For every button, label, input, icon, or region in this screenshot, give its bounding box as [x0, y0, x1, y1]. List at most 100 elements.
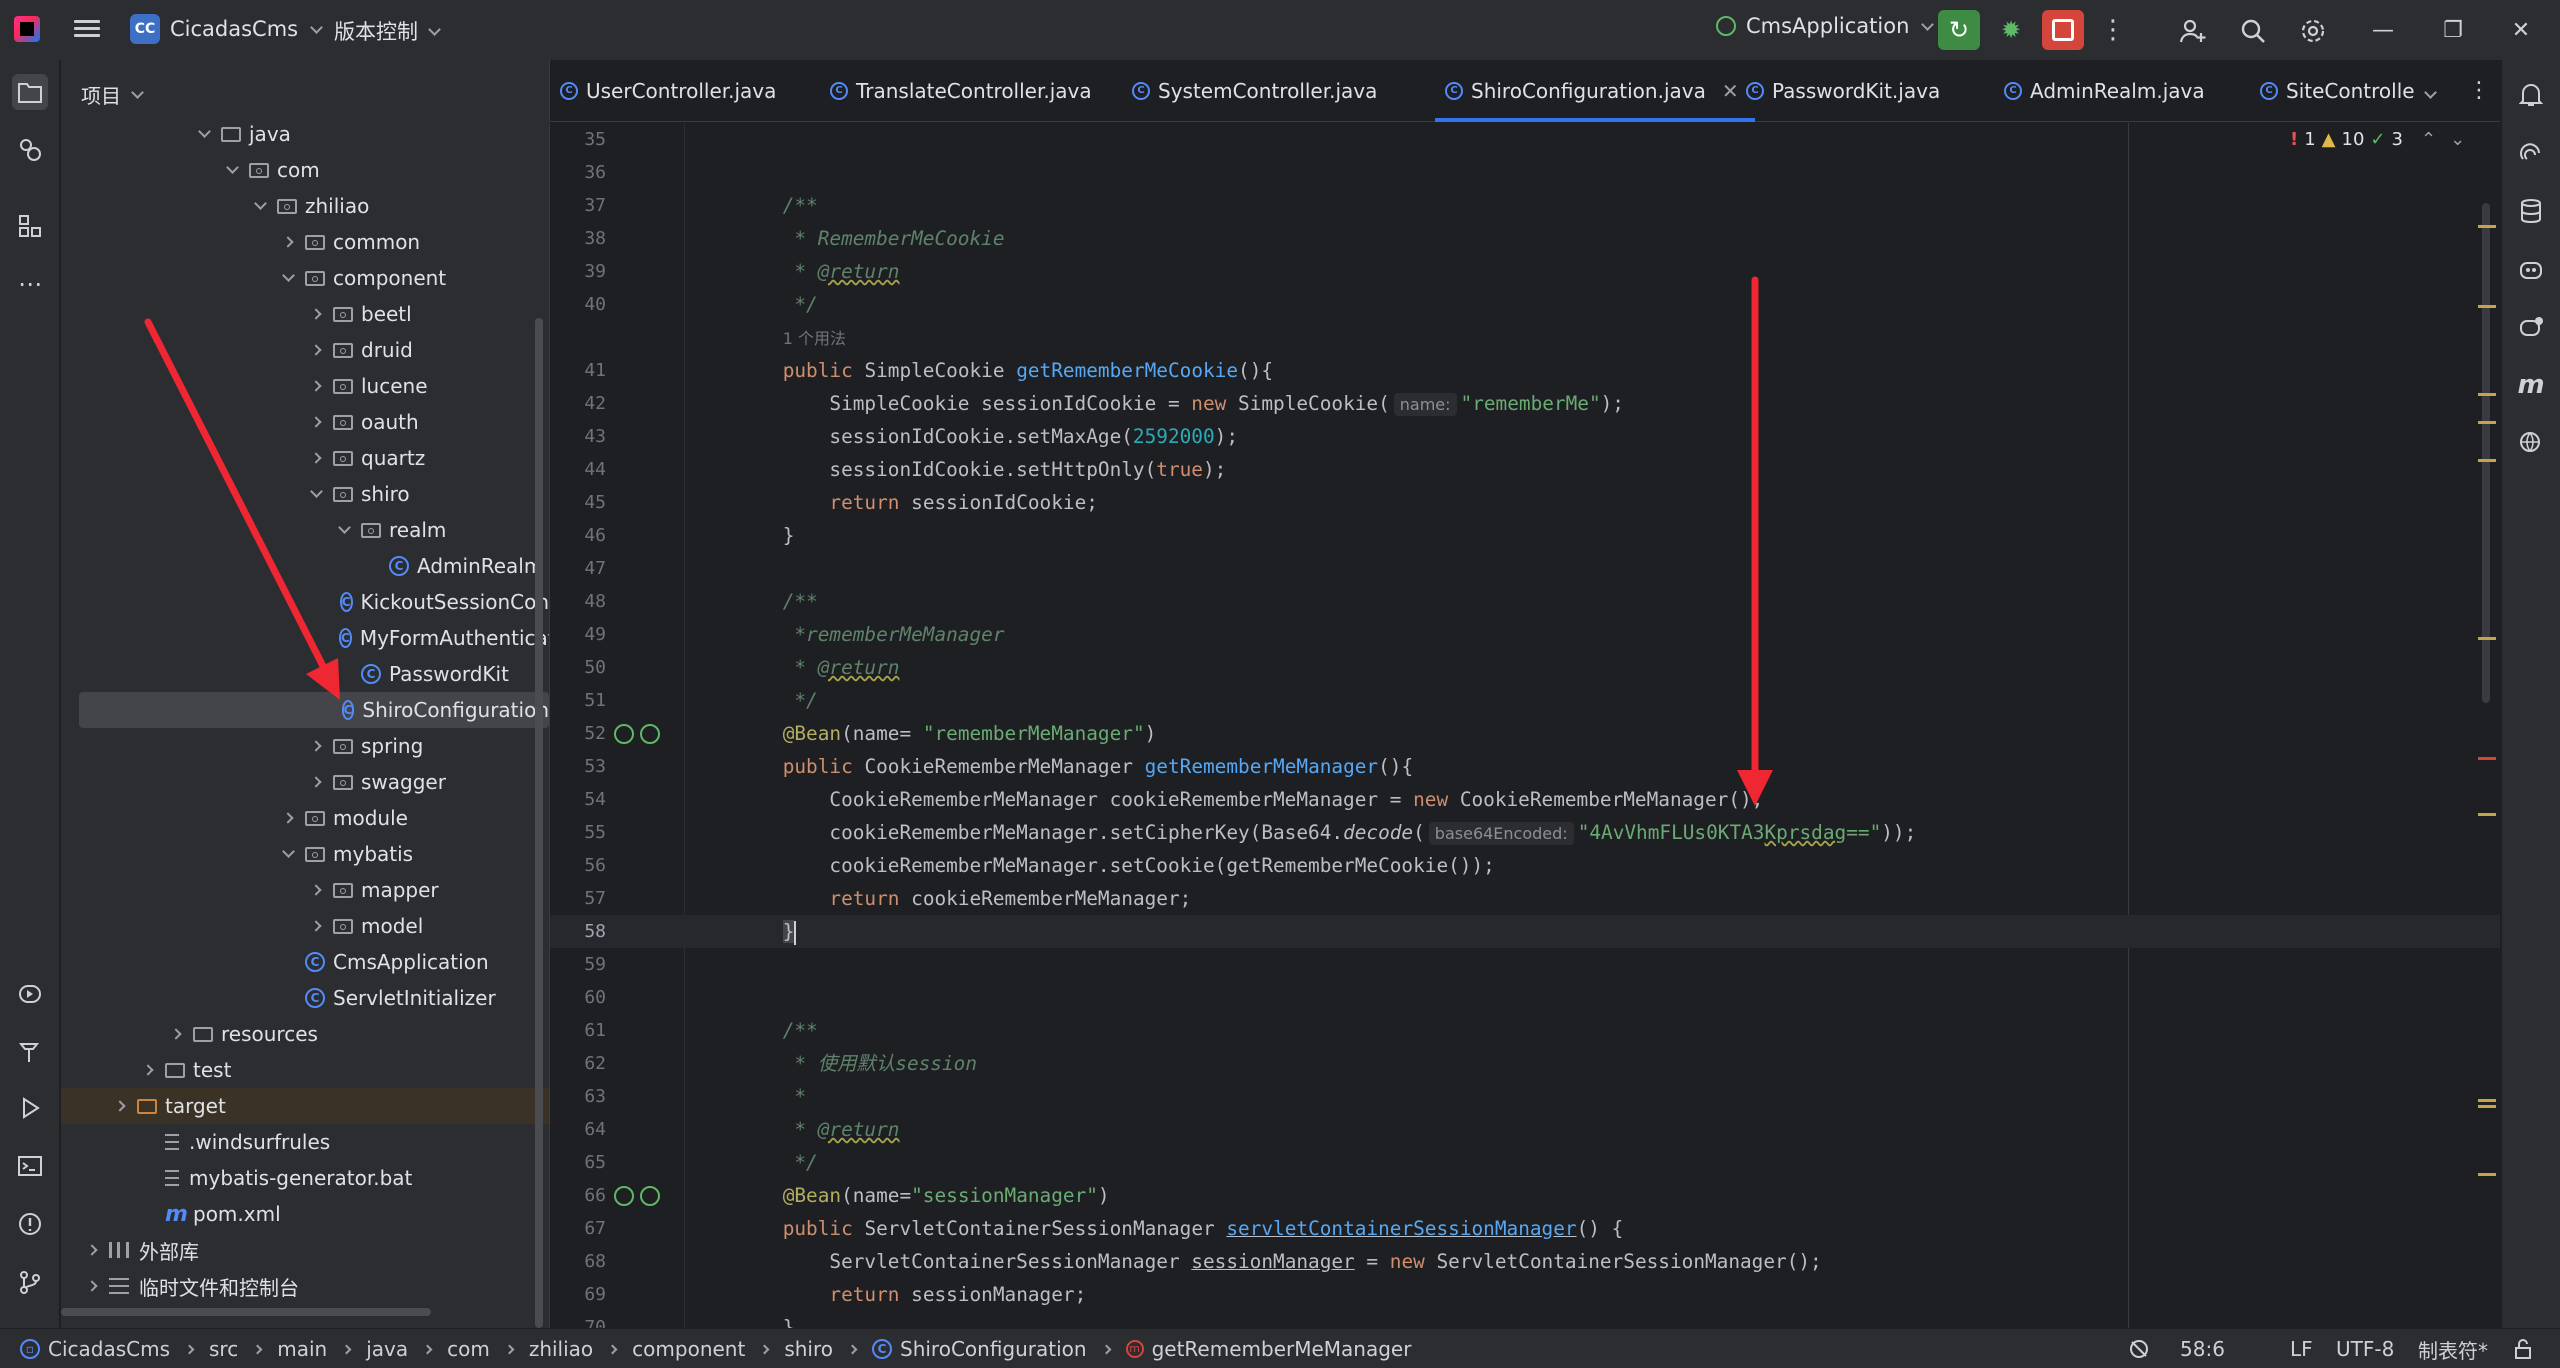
tree-item[interactable]: m pom.xml — [61, 1196, 549, 1232]
chevron-right-icon[interactable] — [81, 1280, 103, 1292]
chevron-right-icon[interactable] — [109, 1100, 131, 1112]
readonly-lock-icon[interactable] — [2512, 1329, 2534, 1368]
code-line[interactable]: 53 public CookieRememberMeManager getRem… — [550, 750, 2500, 783]
code-line[interactable]: 57 return cookieRememberMeManager; — [550, 882, 2500, 915]
chevron-right-icon[interactable] — [305, 308, 327, 320]
code-line[interactable]: 58 } — [550, 915, 2500, 948]
chevron-right-icon[interactable] — [305, 344, 327, 356]
caret-position[interactable]: 58:6 — [2180, 1329, 2225, 1368]
code-line[interactable]: 39 * @return — [550, 255, 2500, 288]
tree-item[interactable]: test — [61, 1052, 549, 1088]
chevron-down-icon[interactable] — [277, 844, 299, 858]
tree-item[interactable]: C CmsApplication — [61, 944, 549, 980]
tree-item[interactable]: spring — [61, 728, 549, 764]
code-line[interactable]: 56 cookieRememberMeManager.setCookie(get… — [550, 849, 2500, 882]
code-line[interactable]: 49 *rememberMeManager — [550, 618, 2500, 651]
breadcrumb-item[interactable]: component — [632, 1337, 745, 1361]
copilot-icon[interactable] — [2514, 252, 2548, 286]
tree-item[interactable]: C ServletInitializer — [61, 980, 549, 1016]
tree-item[interactable]: java — [61, 116, 549, 152]
chevron-down-icon[interactable] — [249, 196, 271, 210]
chevron-right-icon[interactable] — [305, 920, 327, 932]
tree-item[interactable]: zhiliao — [61, 188, 549, 224]
chevron-down-icon[interactable] — [333, 520, 355, 534]
panel-horizontal-scrollbar[interactable] — [61, 1308, 431, 1316]
code-line[interactable]: 55 cookieRememberMeManager.setCipherKey(… — [550, 816, 2500, 849]
tree-item[interactable]: model — [61, 908, 549, 944]
code-line[interactable]: 70 } — [550, 1311, 2500, 1328]
code-line[interactable]: 59 — [550, 948, 2500, 981]
maven-icon[interactable]: m — [2514, 368, 2548, 402]
tree-item[interactable]: swagger — [61, 764, 549, 800]
chevron-right-icon[interactable] — [277, 236, 299, 248]
terminal-tool-icon[interactable] — [12, 1148, 48, 1184]
code-line[interactable]: 41 public SimpleCookie getRememberMeCook… — [550, 354, 2500, 387]
services-tool-icon[interactable] — [12, 976, 48, 1012]
tree-item[interactable]: beetl — [61, 296, 549, 332]
code-editor[interactable]: ! 1 ▲ 10 ✓ 3 ⌃ ⌄ 35 36 37 /** 38 * Remember… — [549, 123, 2500, 1328]
file-encoding[interactable]: UTF-8 — [2336, 1329, 2394, 1368]
notifications-icon[interactable] — [2514, 78, 2548, 112]
more-tools-icon[interactable]: ⋯ — [12, 266, 48, 302]
code-line[interactable]: 50 * @return — [550, 651, 2500, 684]
chevron-down-icon[interactable] — [193, 124, 215, 138]
minimize-button[interactable]: — — [2358, 12, 2408, 48]
add-user-icon[interactable] — [2176, 14, 2210, 48]
code-line[interactable]: 48 /** — [550, 585, 2500, 618]
code-line[interactable]: 54 CookieRememberMeManager cookieRemembe… — [550, 783, 2500, 816]
code-line[interactable]: 38 * RememberMeCookie — [550, 222, 2500, 255]
search-icon[interactable] — [2236, 14, 2270, 48]
code-line[interactable]: 63 * — [550, 1080, 2500, 1113]
editor-tab[interactable]: C SystemController.java — [1122, 60, 1393, 122]
endpoints-icon[interactable] — [2514, 426, 2548, 460]
chevron-right-icon[interactable] — [137, 1064, 159, 1076]
code-line[interactable]: 45 return sessionIdCookie; — [550, 486, 2500, 519]
tree-item[interactable]: druid — [61, 332, 549, 368]
chevron-right-icon[interactable] — [277, 812, 299, 824]
tree-item[interactable]: 外部库 — [61, 1232, 549, 1268]
breadcrumb-item[interactable]: shiro — [784, 1337, 833, 1361]
rerun-button[interactable] — [1938, 10, 1980, 50]
code-line[interactable]: 61 /** — [550, 1014, 2500, 1047]
debug-button[interactable] — [1990, 10, 2032, 50]
tree-item[interactable]: oauth — [61, 404, 549, 440]
chevron-down-icon[interactable] — [221, 160, 243, 174]
bean-navigate-icon[interactable] — [640, 1186, 660, 1206]
tree-item[interactable]: mybatis-generator.bat — [61, 1160, 549, 1196]
tree-item[interactable]: C ShiroConfiguration — [79, 692, 549, 728]
main-menu-icon[interactable] — [72, 16, 102, 44]
code-line[interactable]: 46 } — [550, 519, 2500, 552]
panel-scrollbar[interactable] — [535, 318, 543, 1328]
chevron-right-icon[interactable] — [305, 776, 327, 788]
run-config-selector[interactable]: CmsApplication — [1716, 14, 1936, 38]
ai-assistant-icon[interactable] — [2514, 136, 2548, 170]
tree-item[interactable]: C AdminRealm — [61, 548, 549, 584]
restore-button[interactable]: ❐ — [2428, 12, 2478, 48]
structure-tool-icon[interactable] — [12, 208, 48, 244]
problems-tool-icon[interactable] — [12, 1206, 48, 1242]
chevron-right-icon[interactable] — [305, 416, 327, 428]
tree-item[interactable]: target — [61, 1088, 549, 1124]
database-icon[interactable] — [2514, 194, 2548, 228]
tree-item[interactable]: component — [61, 260, 549, 296]
tree-item[interactable]: module — [61, 800, 549, 836]
indent-setting[interactable]: 制表符* — [2418, 1329, 2488, 1368]
project-panel-header[interactable]: 项目 — [81, 80, 146, 109]
more-actions-button[interactable]: ⋮ — [2092, 10, 2134, 50]
editor-tab[interactable]: C UserController.java — [550, 60, 792, 122]
chevron-right-icon[interactable] — [305, 452, 327, 464]
breadcrumb-item[interactable]: ▫ CicadasCms — [20, 1337, 170, 1361]
tree-item[interactable]: 临时文件和控制台 — [61, 1268, 549, 1304]
vcs-menu[interactable]: 版本控制 — [334, 16, 443, 46]
chevron-right-icon[interactable] — [305, 740, 327, 752]
tree-item[interactable]: .windsurfrules — [61, 1124, 549, 1160]
breadcrumb-item[interactable]: com — [447, 1337, 490, 1361]
line-separator[interactable]: LF — [2290, 1329, 2313, 1368]
bean-gutter-icon[interactable] — [614, 724, 634, 744]
code-line[interactable]: 64 * @return — [550, 1113, 2500, 1146]
code-line[interactable]: 37 /** — [550, 189, 2500, 222]
code-line[interactable]: 69 return sessionManager; — [550, 1278, 2500, 1311]
code-line[interactable]: 36 — [550, 156, 2500, 189]
editor-tab[interactable]: C SiteControlle — [2250, 60, 2431, 122]
code-line[interactable]: 1 个用法 — [550, 321, 2500, 354]
